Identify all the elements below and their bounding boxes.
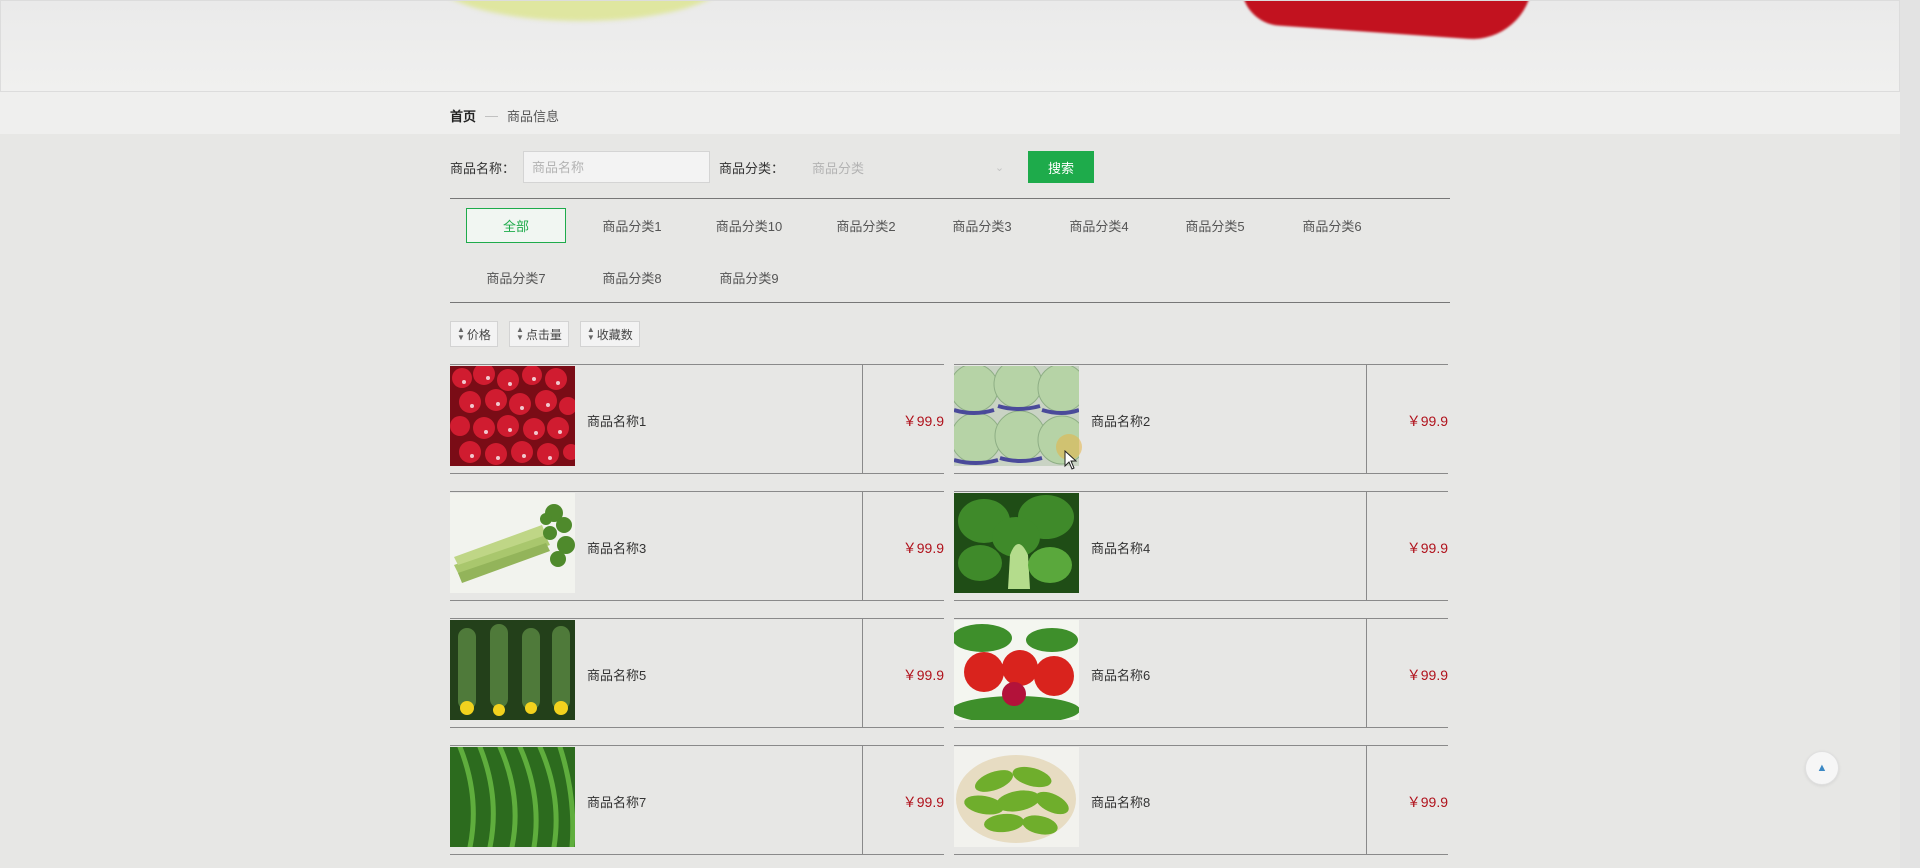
divider <box>862 365 863 473</box>
sort-icon: ▲ ▼ <box>457 325 465 342</box>
product-name: 商品名称8 <box>1091 795 1151 810</box>
product-name: 商品名称5 <box>587 668 647 683</box>
category-tab[interactable]: 商品分类1 <box>582 208 682 243</box>
sort-label: 收藏数 <box>596 327 633 342</box>
product-card[interactable]: 商品名称6 ￥99.9 <box>954 618 1448 728</box>
divider <box>862 619 863 727</box>
product-card[interactable]: 商品名称4 ￥99.9 <box>954 491 1448 601</box>
sort-icon: ▲ ▼ <box>586 325 595 342</box>
product-image-green-beans <box>450 747 575 847</box>
search-button[interactable]: 搜索 <box>1028 151 1095 183</box>
product-image-edamame <box>954 747 1079 847</box>
breadcrumb-bar: 首页 — 商品信息 <box>0 92 1900 134</box>
product-name: 商品名称4 <box>1091 541 1151 556</box>
product-image-tomato-radish <box>954 620 1079 720</box>
divider <box>1366 619 1367 727</box>
product-card[interactable]: 商品名称5 ￥99.9 <box>450 618 944 728</box>
product-price: ￥99.9 <box>902 667 944 683</box>
category-label: 商品分类： <box>719 160 785 176</box>
banner-vegetable-red <box>1238 1 1534 44</box>
product-name: 商品名称3 <box>587 541 647 556</box>
category-tab-all[interactable]: 全部 <box>466 208 566 243</box>
category-tab[interactable]: 商品分类8 <box>582 260 682 295</box>
divider <box>862 492 863 600</box>
sort-by-clicks-button[interactable]: ▲ ▼ 点击量 <box>508 321 569 347</box>
divider <box>1366 365 1367 473</box>
sort-by-price-button[interactable]: ▲ ▼ 价格 <box>450 321 498 347</box>
divider <box>450 198 1450 199</box>
category-tab[interactable]: 商品分类10 <box>699 208 799 243</box>
product-price: ￥99.9 <box>1406 540 1448 556</box>
product-card[interactable]: 商品名称2 ￥99.9 <box>954 364 1448 474</box>
divider <box>1366 746 1367 854</box>
product-card[interactable]: 商品名称8 ￥99.9 <box>954 745 1448 855</box>
breadcrumb-home-link[interactable]: 首页 <box>450 106 476 125</box>
divider <box>1366 492 1367 600</box>
product-image-radish <box>450 366 575 466</box>
sort-icon: ▲ ▼ <box>515 325 524 342</box>
cursor-arrow-icon <box>1064 450 1078 470</box>
sort-by-favorites-button[interactable]: ▲ ▼ 收藏数 <box>579 321 640 347</box>
divider <box>450 302 1450 303</box>
product-image-bok-choy <box>954 493 1079 593</box>
product-name: 商品名称7 <box>587 795 647 810</box>
category-tab[interactable]: 商品分类2 <box>816 208 916 243</box>
category-select[interactable]: 商品分类 ⌄ <box>808 151 1008 183</box>
chevron-down-icon: ⌄ <box>994 161 1005 174</box>
scrollbar[interactable] <box>1900 0 1920 868</box>
breadcrumb: 首页 — 商品信息 <box>450 106 559 125</box>
product-price: ￥99.9 <box>902 540 944 556</box>
category-select-placeholder: 商品分类 <box>812 160 865 176</box>
category-tab[interactable]: 商品分类3 <box>932 208 1032 243</box>
sort-buttons: ▲ ▼ 价格 ▲ ▼ 点击量 ▲ ▼ 收藏数 <box>450 321 640 347</box>
product-card[interactable]: 商品名称1 ￥99.9 <box>450 364 944 474</box>
category-tab[interactable]: 商品分类6 <box>1282 208 1382 243</box>
back-to-top-button[interactable]: ▲ <box>1805 751 1839 785</box>
banner-vegetable-yellow <box>431 1 731 21</box>
product-price: ￥99.9 <box>1406 667 1448 683</box>
product-price: ￥99.9 <box>902 794 944 810</box>
product-image-celery <box>450 493 575 593</box>
product-card[interactable]: 商品名称7 ￥99.9 <box>450 745 944 855</box>
product-price: ￥99.9 <box>902 413 944 429</box>
category-tab[interactable]: 商品分类5 <box>1165 208 1265 243</box>
product-price: ￥99.9 <box>1406 413 1448 429</box>
divider <box>862 746 863 854</box>
category-tab[interactable]: 商品分类9 <box>699 260 799 295</box>
product-name: 商品名称2 <box>1091 414 1151 429</box>
breadcrumb-separator: — <box>485 108 499 123</box>
product-name-input[interactable] <box>523 151 711 183</box>
arrow-up-icon: ▲ <box>1816 762 1828 774</box>
sort-label: 点击量 <box>525 327 562 342</box>
product-image-loofah <box>450 620 575 720</box>
product-name: 商品名称6 <box>1091 668 1151 683</box>
banner-image <box>0 0 1900 92</box>
product-name-label: 商品名称： <box>450 160 516 176</box>
breadcrumb-current: 商品信息 <box>507 109 560 124</box>
category-tab[interactable]: 商品分类4 <box>1049 208 1149 243</box>
product-price: ￥99.9 <box>1406 794 1448 810</box>
product-card[interactable]: 商品名称3 ￥99.9 <box>450 491 944 601</box>
search-form: 商品名称： 商品分类： 商品分类 ⌄ 搜索 <box>450 151 1095 183</box>
product-name: 商品名称1 <box>587 414 647 429</box>
category-tab[interactable]: 商品分类7 <box>466 260 566 295</box>
sort-label: 价格 <box>466 327 491 342</box>
